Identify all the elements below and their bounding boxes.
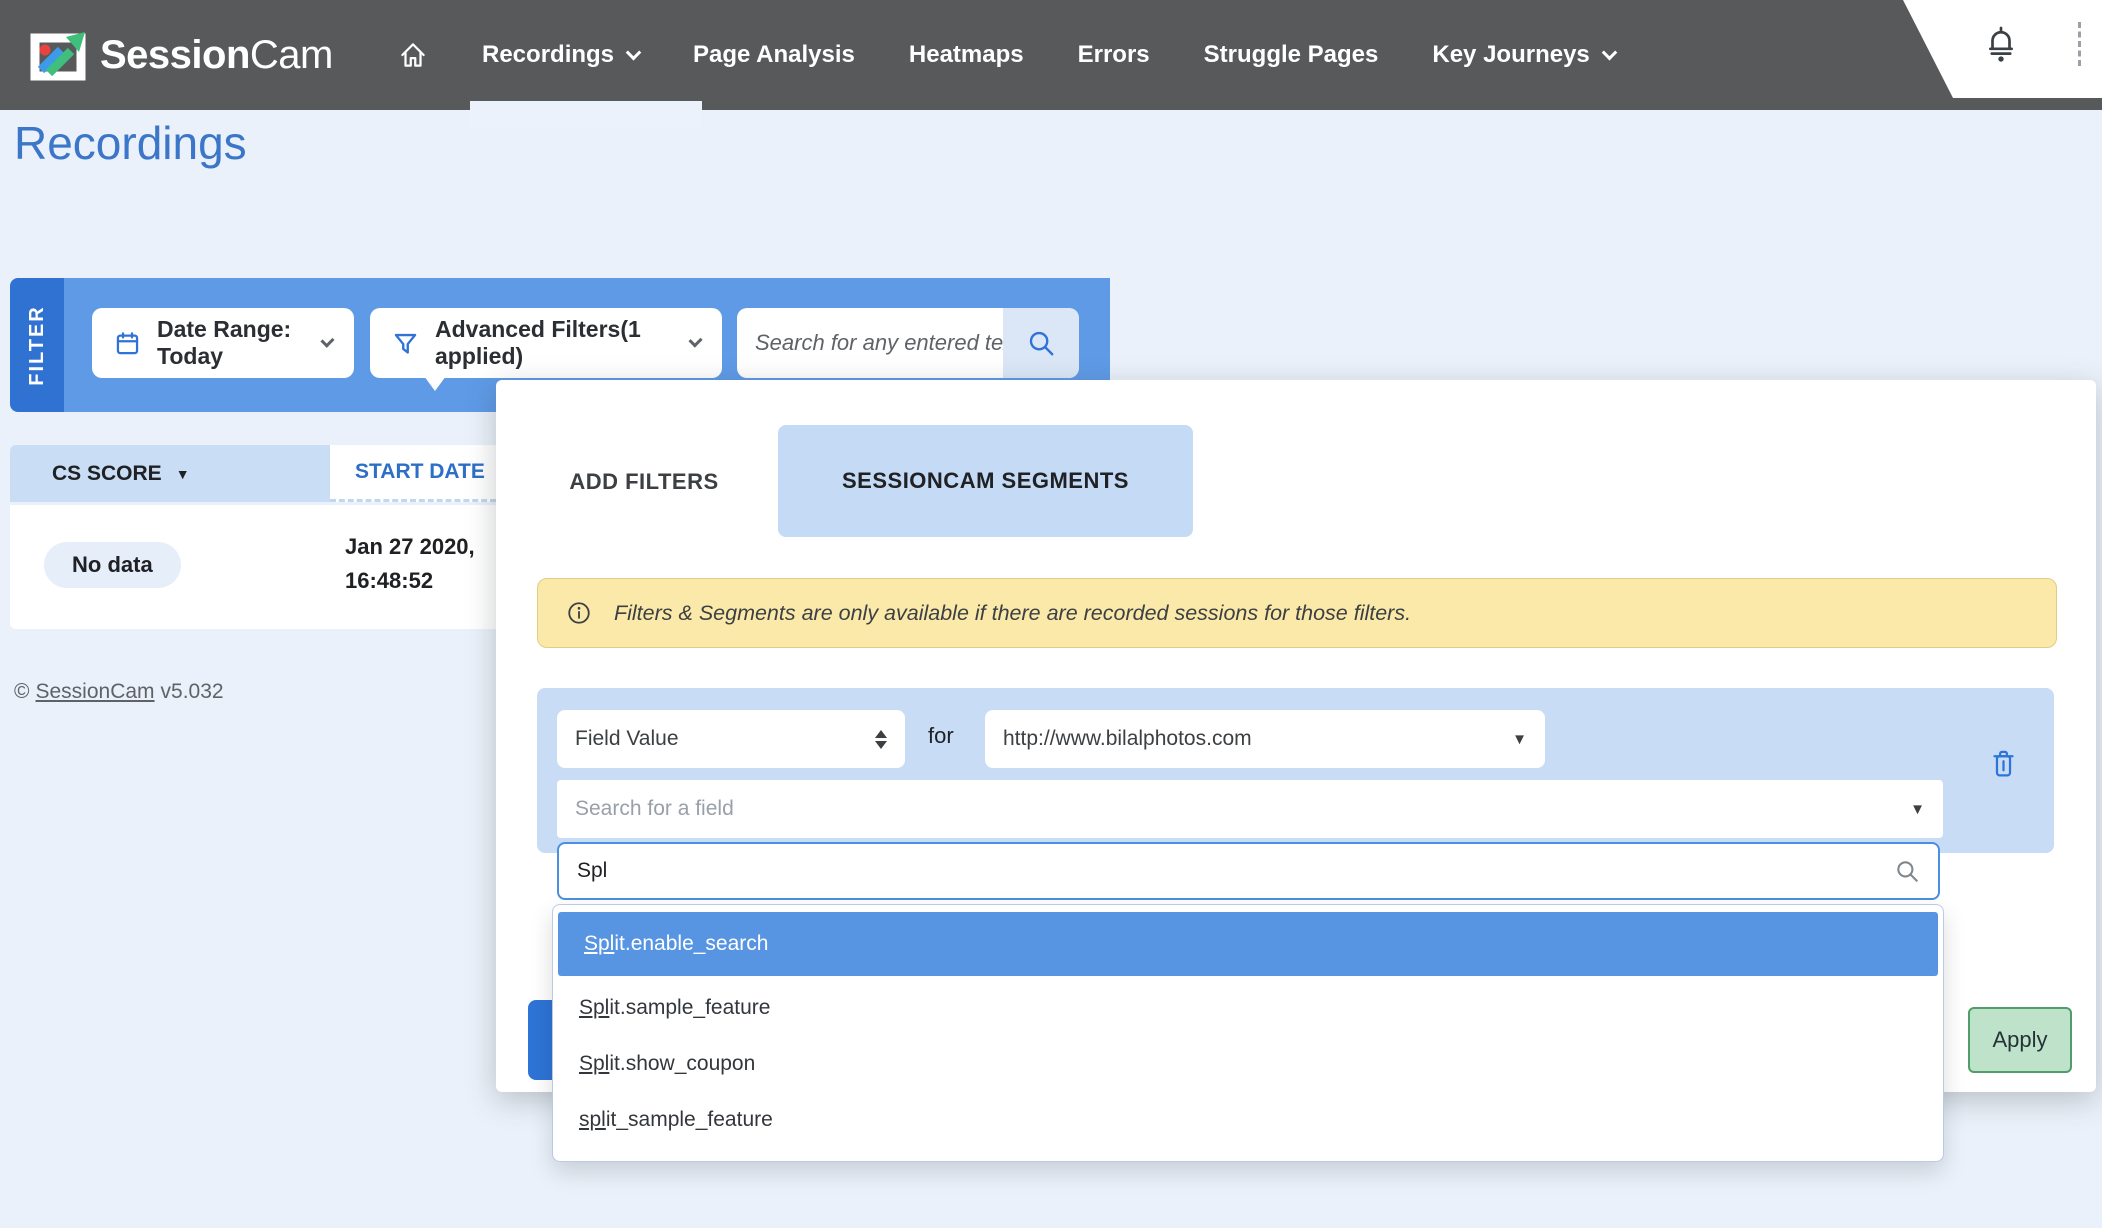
main-nav: Recordings Page Analysis Heatmaps Errors… xyxy=(398,0,1615,110)
app-navbar: SessionCam Recordings Page Analysis Heat… xyxy=(0,0,2102,110)
tab-add-filters[interactable]: ADD FILTERS xyxy=(558,428,730,536)
info-icon xyxy=(566,600,592,626)
trash-icon xyxy=(1990,748,2017,779)
nav-key-journeys[interactable]: Key Journeys xyxy=(1432,41,1614,69)
notice-text: Filters & Segments are only available if… xyxy=(614,601,1411,626)
delete-rule-button[interactable] xyxy=(1990,748,2017,779)
sessioncam-link[interactable]: SessionCam xyxy=(35,680,154,703)
search-button[interactable] xyxy=(1003,308,1079,378)
sort-updown-icon xyxy=(875,730,887,749)
nav-recordings[interactable]: Recordings xyxy=(482,41,639,69)
date-range-button[interactable]: Date Range: Today xyxy=(92,308,354,378)
calendar-icon xyxy=(114,330,141,357)
nav-heatmaps[interactable]: Heatmaps xyxy=(909,41,1024,69)
option-split-show-coupon[interactable]: Split.show_coupon xyxy=(553,1036,1943,1092)
option-split-sample-feature[interactable]: Split.sample_feature xyxy=(553,980,1943,1036)
page-title: Recordings xyxy=(14,116,247,170)
active-nav-tab-indicator xyxy=(470,101,702,127)
field-select[interactable]: Search for a field ▼ xyxy=(557,780,1943,838)
option-split-sample-feature-lower[interactable]: split_sample_feature xyxy=(553,1092,1943,1148)
field-options-list: Split.enable_search Split.sample_feature… xyxy=(552,904,1944,1162)
footer-copyright: ©SessionCamv5.032 xyxy=(14,680,224,704)
dropdown-caret-icon: ▼ xyxy=(1512,731,1527,748)
chevron-down-icon xyxy=(688,333,702,347)
apply-button[interactable]: Apply xyxy=(1968,1007,2072,1073)
brand[interactable]: SessionCam xyxy=(28,0,333,110)
search-icon xyxy=(1894,858,1920,884)
cs-score-badge: No data xyxy=(44,542,181,588)
notifications-bell-icon[interactable] xyxy=(1984,24,2018,66)
column-header-start-date[interactable]: START DATE xyxy=(330,445,496,502)
search-icon xyxy=(1026,328,1056,358)
dropdown-caret-icon: ▼ xyxy=(1910,801,1925,818)
brand-name: SessionCam xyxy=(100,33,333,78)
sort-desc-icon: ▼ xyxy=(176,466,190,482)
text-search xyxy=(737,308,1079,378)
popover-anchor-notch xyxy=(424,376,446,391)
chevron-down-icon xyxy=(1602,44,1618,60)
text-search-input[interactable] xyxy=(737,330,1003,356)
start-date-cell: Jan 27 2020, 16:48:52 xyxy=(345,530,475,598)
chevron-down-icon xyxy=(626,44,642,60)
nav-struggle-pages[interactable]: Struggle Pages xyxy=(1204,41,1379,69)
for-connector-label: for xyxy=(928,723,954,749)
option-split-enable-search[interactable]: Split.enable_search xyxy=(558,912,1938,976)
home-icon xyxy=(398,40,428,70)
field-search-box xyxy=(557,842,1940,900)
advanced-filters-panel: ADD FILTERS SESSIONCAM SEGMENTS Filters … xyxy=(496,380,2096,1092)
column-header-cs-score[interactable]: CS SCORE ▼ xyxy=(10,445,330,502)
navbar-corner-wedge xyxy=(1860,0,2102,98)
filter-side-tab[interactable]: FILTER xyxy=(10,278,64,412)
chevron-down-icon xyxy=(321,333,335,347)
navbar-dashed-divider xyxy=(2078,22,2081,66)
nav-errors[interactable]: Errors xyxy=(1078,41,1150,69)
nav-page-analysis[interactable]: Page Analysis xyxy=(693,41,855,69)
notice-banner: Filters & Segments are only available if… xyxy=(537,578,2057,648)
field-search-input[interactable] xyxy=(577,859,1894,883)
site-select[interactable]: http://www.bilalphotos.com ▼ xyxy=(985,710,1545,768)
sessioncam-logo-icon xyxy=(28,27,88,83)
nav-home[interactable] xyxy=(398,40,428,70)
table-row[interactable]: No data Jan 27 2020, 16:48:52 xyxy=(10,505,496,629)
tab-sessioncam-segments[interactable]: SESSIONCAM SEGMENTS xyxy=(778,425,1193,537)
advanced-filters-button[interactable]: Advanced Filters(1 applied) xyxy=(370,308,722,378)
funnel-icon xyxy=(392,330,419,357)
filter-type-select[interactable]: Field Value xyxy=(557,710,905,768)
